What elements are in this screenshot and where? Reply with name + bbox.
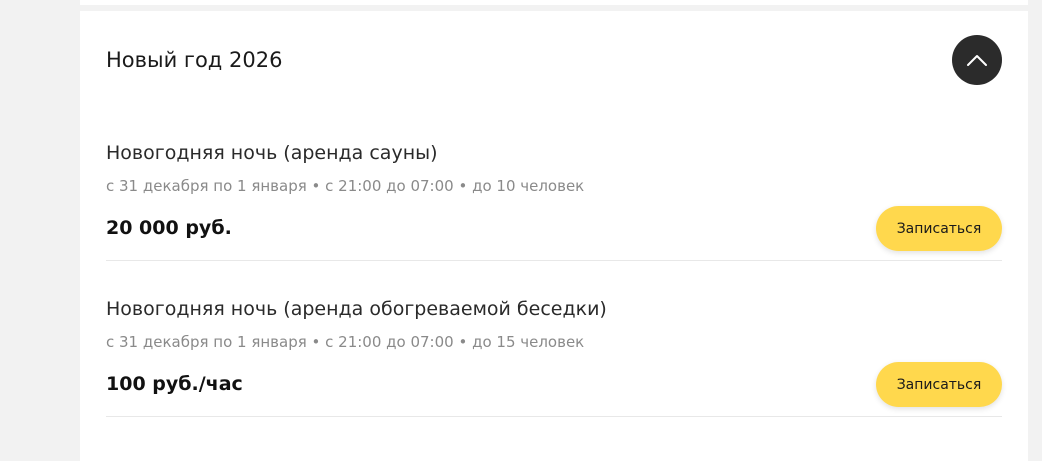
services-section-card: Новый год 2026 Новогодняя ночь (аренда с… <box>80 11 1028 461</box>
chevron-up-icon <box>967 55 987 66</box>
book-button[interactable]: Записаться <box>876 206 1002 251</box>
service-price: 100 руб./час <box>106 373 243 395</box>
service-details: с 31 декабря по 1 января • с 21:00 до 07… <box>106 177 585 195</box>
service-name: Новогодняя ночь (аренда сауны) <box>106 142 438 164</box>
book-button[interactable]: Записаться <box>876 362 1002 407</box>
collapse-section-button[interactable] <box>952 35 1002 85</box>
divider <box>106 260 1002 261</box>
section-title: Новый год 2026 <box>106 48 283 72</box>
service-details: с 31 декабря по 1 января • с 21:00 до 07… <box>106 333 585 351</box>
service-name: Новогодняя ночь (аренда обогреваемой бес… <box>106 298 607 320</box>
divider <box>106 416 1002 417</box>
service-price: 20 000 руб. <box>106 217 232 239</box>
previous-card <box>80 0 1028 5</box>
